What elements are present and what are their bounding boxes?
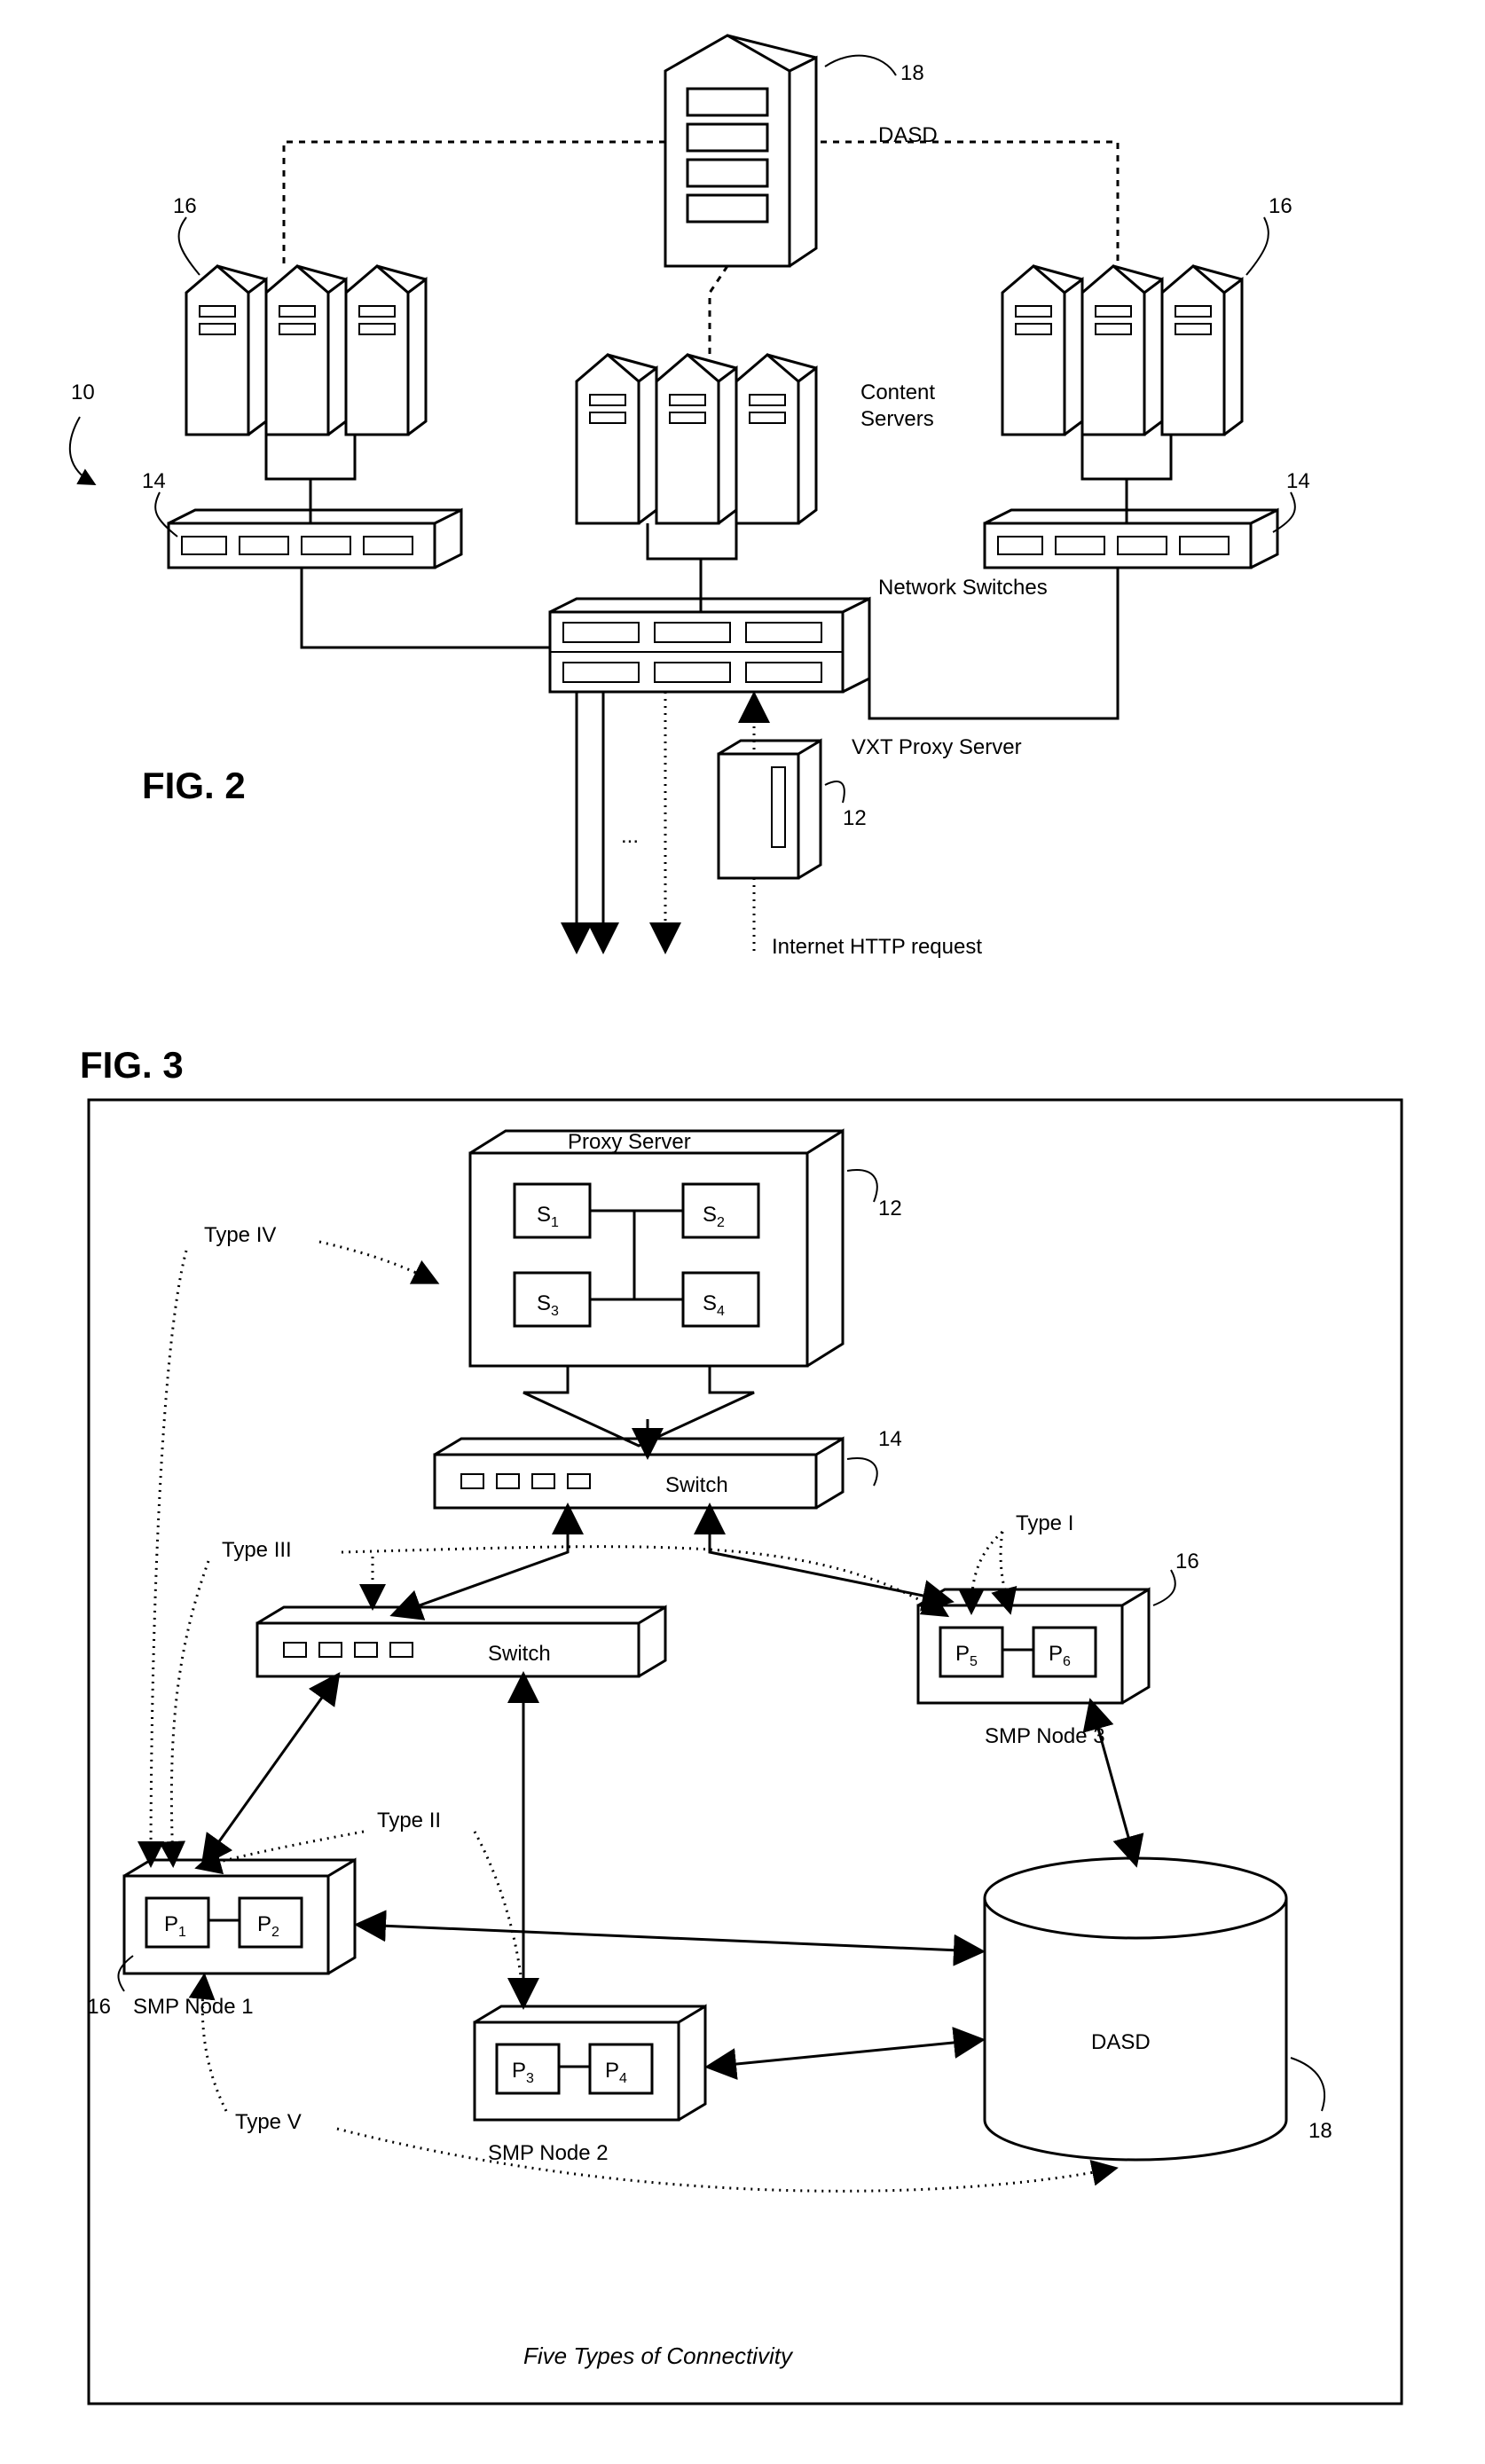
network-switches-label: Network Switches	[878, 576, 1048, 600]
smp1-label: SMP Node 1	[133, 1995, 254, 2019]
content-servers-right	[1002, 266, 1242, 435]
figure-3: FIG. 3 Proxy Server S1 S2 S3 S4 12 Switc…	[80, 1044, 1402, 2404]
smp-node-3: P5 P6	[918, 1589, 1149, 1703]
network-switch-center	[550, 599, 869, 692]
svg-text:S4: S4	[703, 1291, 725, 1319]
switch-top: Switch	[435, 1439, 843, 1508]
node3-ref: 16	[1175, 1550, 1199, 1573]
svg-text:P4: P4	[605, 2059, 627, 2086]
dasd-ref3: 18	[1308, 2119, 1332, 2143]
system-ref: 10	[71, 381, 95, 404]
proxy-ref3: 12	[878, 1197, 902, 1220]
smp3-label: SMP Node 3	[985, 1724, 1105, 1748]
http-request-label: Internet HTTP request	[772, 935, 982, 959]
proxy-server: Proxy Server S1 S2 S3 S4	[470, 1130, 843, 1366]
fig3-title: FIG. 3	[80, 1044, 184, 1086]
diagram-root: FIG. 2 DASD 18	[27, 27, 1458, 2437]
type1-label: Type I	[1016, 1511, 1073, 1535]
fig2-title: FIG. 2	[142, 765, 246, 806]
smp2-label: SMP Node 2	[488, 2141, 609, 2165]
type2-label: Type II	[377, 1809, 441, 1832]
node1-ref: 16	[87, 1995, 111, 2019]
switch-left-ref: 14	[142, 469, 166, 493]
svg-text:P5: P5	[955, 1642, 978, 1669]
type4-label: Type IV	[204, 1223, 276, 1247]
servers-right-ref: 16	[1269, 194, 1292, 218]
figure-2: FIG. 2 DASD 18	[70, 35, 1310, 959]
content-servers-left	[186, 266, 426, 435]
content-servers-mid	[577, 355, 816, 523]
proxy-title-label: Proxy Server	[568, 1130, 691, 1154]
svg-text:...: ...	[621, 824, 639, 848]
smp-node-1: P1 P2	[124, 1860, 355, 1974]
svg-text:P6: P6	[1049, 1642, 1071, 1669]
dasd-label: DASD	[878, 123, 938, 147]
svg-text:P1: P1	[164, 1912, 186, 1940]
dasd-label3: DASD	[1091, 2030, 1151, 2054]
network-switch-right	[985, 510, 1277, 568]
proxy-ref: 12	[843, 806, 867, 830]
dasd-cylinder: DASD	[985, 1858, 1286, 2160]
switch-right-ref: 14	[1286, 469, 1310, 493]
type3-label: Type III	[222, 1538, 292, 1562]
switch-top-label: Switch	[665, 1473, 728, 1497]
dasd-tower	[665, 35, 816, 266]
network-switch-left	[169, 510, 461, 568]
svg-text:P2: P2	[257, 1912, 279, 1940]
content-servers-label2: Servers	[860, 407, 934, 431]
servers-left-ref: 16	[173, 194, 197, 218]
switch-bottom-label: Switch	[488, 1642, 551, 1666]
vxt-proxy-label: VXT Proxy Server	[852, 735, 1022, 759]
svg-text:S2: S2	[703, 1203, 725, 1230]
dasd-ref: 18	[900, 61, 924, 85]
fig3-caption: Five Types of Connectivity	[523, 2342, 794, 2369]
smp-node-2: P3 P4	[475, 2006, 705, 2120]
switch-bottom: Switch	[257, 1607, 665, 1676]
content-servers-label1: Content	[860, 381, 935, 404]
svg-text:S3: S3	[537, 1291, 559, 1319]
type5-label: Type V	[235, 2110, 302, 2134]
vxt-proxy-server	[719, 741, 821, 878]
svg-text:P3: P3	[512, 2059, 534, 2086]
svg-text:S1: S1	[537, 1203, 559, 1230]
switch-top-ref: 14	[878, 1427, 902, 1451]
